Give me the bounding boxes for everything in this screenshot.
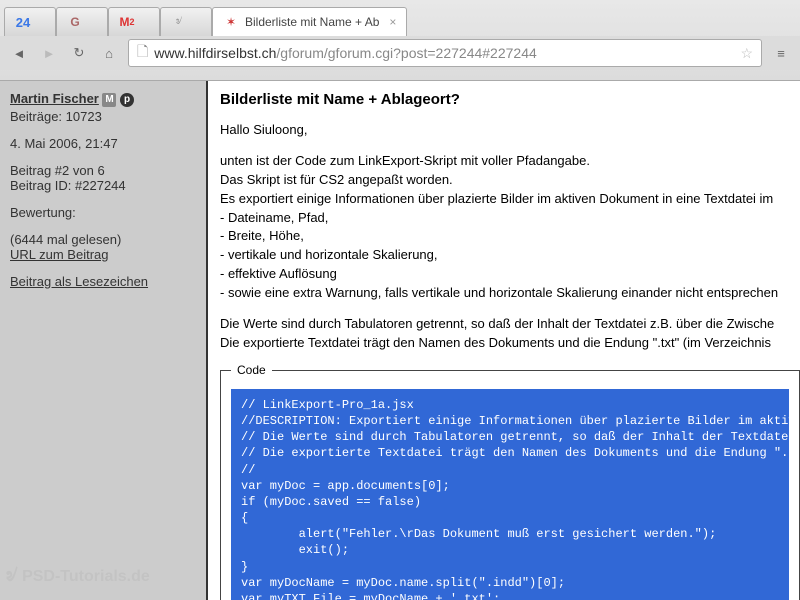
para2-1: Die exportierte Textdatei trägt den Name… [220,335,800,352]
code-box: Code // LinkExport-Pro_1a.jsx //DESCRIPT… [220,370,800,600]
browser-tab-0[interactable]: 24 [4,7,56,36]
post-date: 4. Mai 2006, 21:47 [10,136,196,151]
line-4: - Breite, Höhe, [220,228,800,245]
line-2: Es exportiert einige Informationen über … [220,191,800,208]
watermark: ৶ PSD-Tutorials.de [6,557,150,594]
favicon-gmail: M2 [119,14,135,30]
reload-button[interactable]: ↻ [68,42,90,64]
line-3: - Dateiname, Pfad, [220,210,800,227]
bookmark-post-link[interactable]: Beitrag als Lesezeichen [10,274,148,289]
favicon-google: G [67,14,83,30]
browser-tab-1[interactable]: G [56,7,108,36]
line-1: Das Skript ist für CS2 angepaßt worden. [220,172,800,189]
browser-chrome: 24 G M2 ৶ ✶ Bilderliste mit Name + Ab × … [0,0,800,81]
mod-badge-icon: M [102,93,116,107]
greeting: Hallo Siuloong, [220,122,800,139]
back-button[interactable]: ◄ [8,42,30,64]
line-6: - effektive Auflösung [220,266,800,283]
tab-title: Bilderliste mit Name + Ab [245,15,379,29]
post-body: Hallo Siuloong, unten ist der Code zum L… [220,122,800,352]
address-bar[interactable]: 🗋 www.hilfdirselbst.ch/gforum/gforum.cgi… [128,39,762,67]
url-to-post-link[interactable]: URL zum Beitrag [10,247,109,262]
tab-close-icon[interactable]: × [389,15,396,29]
post-sidebar: Martin Fischer M p Beiträge: 10723 4. Ma… [0,81,208,600]
code-area[interactable]: // LinkExport-Pro_1a.jsx //DESCRIPTION: … [231,389,789,600]
author-line: Martin Fischer M p [10,91,196,107]
browser-tab-2[interactable]: M2 [108,7,160,36]
author-link[interactable]: Martin Fischer [10,91,99,106]
favicon-butterfly: ৶ [171,14,187,30]
browser-toolbar: ◄ ► ↻ ⌂ 🗋 www.hilfdirselbst.ch/gforum/gf… [0,36,800,70]
p-badge-icon: p [120,93,134,107]
browser-tab-active[interactable]: ✶ Bilderliste mit Name + Ab × [212,7,407,36]
page-icon: 🗋 [137,41,148,65]
menu-button[interactable]: ≡ [770,42,792,64]
para2-0: Die Werte sind durch Tabulatoren getrenn… [220,316,800,333]
favicon-site: ✶ [223,14,239,30]
line-7: - sowie eine extra Warnung, falls vertik… [220,285,800,302]
line-5: - vertikale und horizontale Skalierung, [220,247,800,264]
read-count: (6444 mal gelesen) [10,232,196,247]
favicon-24: 24 [15,14,31,30]
forward-button[interactable]: ► [38,42,60,64]
post-id: Beitrag ID: #227244 [10,178,196,193]
address-host: www.hilfdirselbst.ch [154,45,276,61]
code-legend: Code [231,363,272,377]
post-count: Beiträge: 10723 [10,109,196,124]
home-button[interactable]: ⌂ [98,42,120,64]
tab-strip: 24 G M2 ৶ ✶ Bilderliste mit Name + Ab × [0,0,800,36]
post-number: Beitrag #2 von 6 [10,163,196,178]
address-path: /gforum/gforum.cgi?post=227244#227244 [276,45,536,61]
post-content: Bilderliste mit Name + Ablageort? Hallo … [208,81,800,600]
line-0: unten ist der Code zum LinkExport-Skript… [220,153,800,170]
forum-page: Martin Fischer M p Beiträge: 10723 4. Ma… [0,81,800,600]
bookmark-star-icon[interactable]: ☆ [732,45,753,62]
browser-tab-3[interactable]: ৶ [160,7,212,36]
rating-label: Bewertung: [10,205,196,220]
post-title: Bilderliste mit Name + Ablageort? [220,91,800,108]
